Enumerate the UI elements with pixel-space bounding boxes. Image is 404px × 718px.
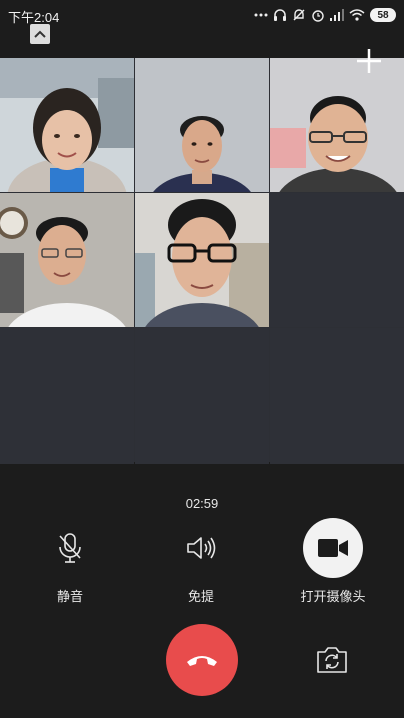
empty-slot-8 <box>135 328 269 464</box>
camera-label: 打开摄像头 <box>300 589 366 604</box>
speaker-icon <box>187 537 216 559</box>
participant-avatar-2 <box>135 58 269 192</box>
mute-label: 静音 <box>56 589 83 604</box>
empty-slot-7 <box>0 328 134 464</box>
alarm-icon <box>312 10 324 22</box>
participant-avatar-4 <box>0 193 134 327</box>
speaker-icon-wrap <box>171 518 231 578</box>
participant-video-3[interactable] <box>270 58 404 192</box>
speaker-button[interactable]: 免提 <box>141 518 261 605</box>
participant-video-1[interactable] <box>0 58 134 192</box>
battery-icon: 58 <box>370 8 396 22</box>
add-participant-button[interactable] <box>356 48 382 74</box>
signal-icon <box>330 9 344 21</box>
mute-button[interactable]: 静音 <box>10 518 130 605</box>
participant-avatar-1 <box>0 58 134 192</box>
video-grid <box>0 58 404 464</box>
speaker-label: 免提 <box>187 589 214 604</box>
call-top-bar <box>0 30 404 58</box>
camera-toggle-button[interactable]: 打开摄像头 <box>273 518 393 605</box>
headphones-icon <box>274 9 286 21</box>
hang-up-icon <box>187 656 217 666</box>
video-camera-icon <box>318 539 348 557</box>
camera-icon-wrap <box>303 518 363 578</box>
mute-icon-wrap <box>40 518 100 578</box>
participant-video-2[interactable] <box>135 58 269 192</box>
call-duration: 02:59 <box>185 496 219 511</box>
participant-avatar-3 <box>270 58 404 192</box>
status-bar: 下午2:04 58 <box>0 0 404 30</box>
more-dots-icon <box>254 13 268 17</box>
minimize-icon <box>30 24 50 44</box>
participant-video-5[interactable] <box>135 193 269 327</box>
microphone-icon <box>59 533 81 563</box>
switch-camera-icon <box>317 647 347 673</box>
empty-slot-9 <box>270 328 404 464</box>
switch-camera-button[interactable] <box>314 642 350 678</box>
minimize-button[interactable] <box>28 22 52 46</box>
hang-up-button[interactable] <box>166 624 238 696</box>
participant-avatar-5 <box>135 193 269 327</box>
bell-off-icon <box>293 9 305 21</box>
empty-slot-6 <box>270 193 404 327</box>
plus-icon <box>357 49 381 73</box>
wifi-icon <box>349 9 365 21</box>
participant-video-4[interactable] <box>0 193 134 327</box>
status-icons: 58 <box>254 6 396 24</box>
